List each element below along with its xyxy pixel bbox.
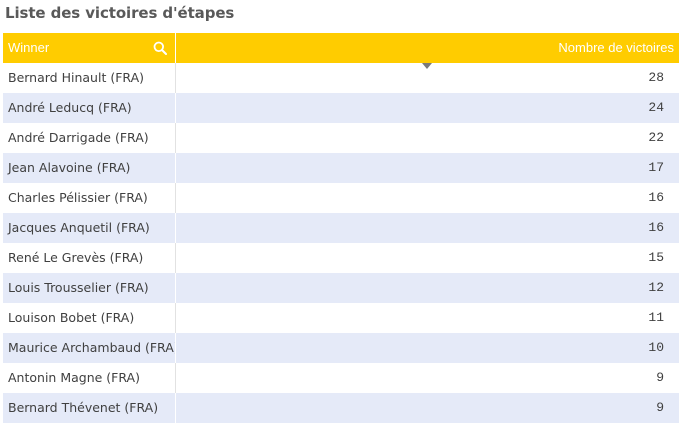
column-header-winner-label: Winner	[8, 40, 50, 55]
cell-count: 9	[656, 370, 664, 385]
cell-winner: Bernard Hinault (FRA)	[3, 63, 176, 93]
table-row[interactable]: Bernard Thévenet (FRA) 9	[3, 393, 679, 423]
cell-count: 16	[648, 190, 664, 205]
cell-count: 17	[648, 160, 664, 175]
table-body: Bernard Hinault (FRA) 28 André Leducq (F…	[3, 63, 679, 423]
cell-count: 9	[656, 400, 664, 415]
table-row[interactable]: André Leducq (FRA) 24	[3, 93, 679, 123]
search-icon[interactable]	[153, 41, 167, 55]
table-row[interactable]: Louison Bobet (FRA) 11	[3, 303, 679, 333]
cell-count: 16	[648, 220, 664, 235]
sort-descending-icon	[422, 63, 432, 69]
cell-count: 10	[648, 340, 664, 355]
cell-winner: André Leducq (FRA)	[3, 93, 176, 123]
cell-winner: Bernard Thévenet (FRA)	[3, 393, 176, 423]
cell-count: 24	[648, 100, 664, 115]
cell-winner: Louis Trousselier (FRA)	[3, 273, 176, 303]
cell-winner: René Le Grevès (FRA)	[3, 243, 176, 273]
table-row[interactable]: André Darrigade (FRA) 22	[3, 123, 679, 153]
column-header-count[interactable]: Nombre de victoires	[176, 33, 679, 69]
column-header-count-label: Nombre de victoires	[558, 40, 674, 55]
table-row[interactable]: Jean Alavoine (FRA) 17	[3, 153, 679, 183]
cell-winner: Maurice Archambaud (FRA)	[3, 333, 176, 363]
cell-winner: André Darrigade (FRA)	[3, 123, 176, 153]
cell-count: 12	[648, 280, 664, 295]
column-header-winner[interactable]: Winner	[3, 33, 176, 63]
table-row[interactable]: Maurice Archambaud (FRA) 10	[3, 333, 679, 363]
cell-count: 22	[648, 130, 664, 145]
cell-winner: Antonin Magne (FRA)	[3, 363, 176, 393]
cell-winner: Jean Alavoine (FRA)	[3, 153, 176, 183]
victories-table: Winner Nombre de victoires Bernard Hinau…	[3, 33, 679, 426]
cell-count: 11	[648, 310, 664, 325]
cell-count: 15	[648, 250, 664, 265]
table-row[interactable]: Jacques Anquetil (FRA) 16	[3, 213, 679, 243]
cell-winner: Jacques Anquetil (FRA)	[3, 213, 176, 243]
cell-winner: Charles Pélissier (FRA)	[3, 183, 176, 213]
table-header: Winner Nombre de victoires	[3, 33, 679, 69]
table-row[interactable]: René Le Grevès (FRA) 15	[3, 243, 679, 273]
page-title: Liste des victoires d'étapes	[5, 4, 235, 22]
table-row[interactable]: Antonin Magne (FRA) 9	[3, 363, 679, 393]
cell-winner: Louison Bobet (FRA)	[3, 303, 176, 333]
table-row[interactable]: Louis Trousselier (FRA) 12	[3, 273, 679, 303]
table-row[interactable]: Bernard Hinault (FRA) 28	[3, 63, 679, 93]
table-row[interactable]: Charles Pélissier (FRA) 16	[3, 183, 679, 213]
